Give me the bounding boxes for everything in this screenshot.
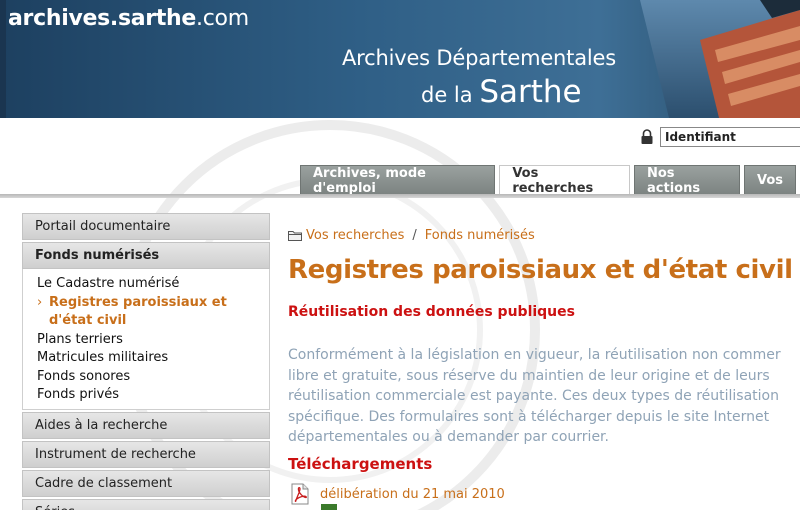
- breadcrumb: Vos recherches / Fonds numérisés: [288, 228, 535, 243]
- site-domain[interactable]: archives.sarthe.com: [8, 6, 249, 31]
- sidebar-subitem-fonds-sonores[interactable]: Fonds sonores: [37, 368, 269, 387]
- download-link-deliberation[interactable]: délibération du 21 mai 2010: [290, 483, 505, 505]
- site-title-line1: Archives Départementales: [342, 46, 616, 70]
- sidebar-subitem-matricules[interactable]: Matricules militaires: [37, 349, 269, 368]
- sidebar-subitem-cadastre[interactable]: Le Cadastre numérisé: [37, 275, 269, 294]
- download-icon-partial[interactable]: [321, 504, 337, 510]
- section-title-reutilisation: Réutilisation des données publiques: [288, 304, 575, 320]
- breadcrumb-fonds-numerises[interactable]: Fonds numérisés: [425, 228, 535, 243]
- tab-vos[interactable]: Vos: [743, 165, 796, 195]
- folder-icon: [288, 231, 302, 241]
- section-title-telechargements: Téléchargements: [288, 455, 433, 473]
- sidebar-item-cadre[interactable]: Cadre de classement: [22, 469, 270, 497]
- tab-nos-actions[interactable]: Nos actions: [634, 165, 740, 196]
- site-header: archives.sarthe.com Archives Département…: [0, 0, 800, 122]
- sidebar-item-aides[interactable]: Aides à la recherche: [22, 411, 270, 439]
- lock-icon: [641, 129, 653, 144]
- sidebar-item-instrument[interactable]: Instrument de recherche: [22, 440, 270, 468]
- login-area: [640, 127, 800, 147]
- sidebar: Portail documentaire Fonds numérisés Le …: [22, 213, 270, 510]
- download-label-deliberation: délibération du 21 mai 2010: [320, 486, 505, 502]
- tab-archives-mode-emploi[interactable]: Archives, mode d'emploi: [300, 165, 496, 196]
- chevron-right-icon: ›: [37, 294, 43, 310]
- main-nav-tabs: Archives, mode d'emploi Vos recherches N…: [300, 165, 800, 196]
- breadcrumb-vos-recherches[interactable]: Vos recherches: [306, 228, 404, 243]
- pdf-icon: [291, 483, 309, 505]
- sidebar-item-series[interactable]: Séries: [22, 498, 270, 510]
- login-input[interactable]: [660, 127, 800, 147]
- breadcrumb-separator: /: [412, 228, 417, 243]
- reutilisation-paragraph: Conformément à la législation en vigueur…: [288, 347, 781, 445]
- tab-vos-recherches[interactable]: Vos recherches: [499, 165, 630, 196]
- page-title: Registres paroissiaux et d'état civil: [288, 255, 793, 285]
- sidebar-item-fonds-numerises[interactable]: Fonds numérisés: [22, 242, 270, 269]
- sidebar-item-portail[interactable]: Portail documentaire: [22, 213, 270, 240]
- sidebar-submenu: Le Cadastre numérisé › Registres paroiss…: [22, 269, 270, 410]
- sidebar-subitem-registres[interactable]: › Registres paroissiaux et d'état civil: [37, 294, 269, 331]
- site-title-line2: de la Sarthe: [421, 74, 582, 110]
- tabs-divider: [0, 194, 800, 198]
- sidebar-subitem-plans-terriers[interactable]: Plans terriers: [37, 331, 269, 350]
- sidebar-subitem-fonds-prives[interactable]: Fonds privés: [37, 386, 269, 405]
